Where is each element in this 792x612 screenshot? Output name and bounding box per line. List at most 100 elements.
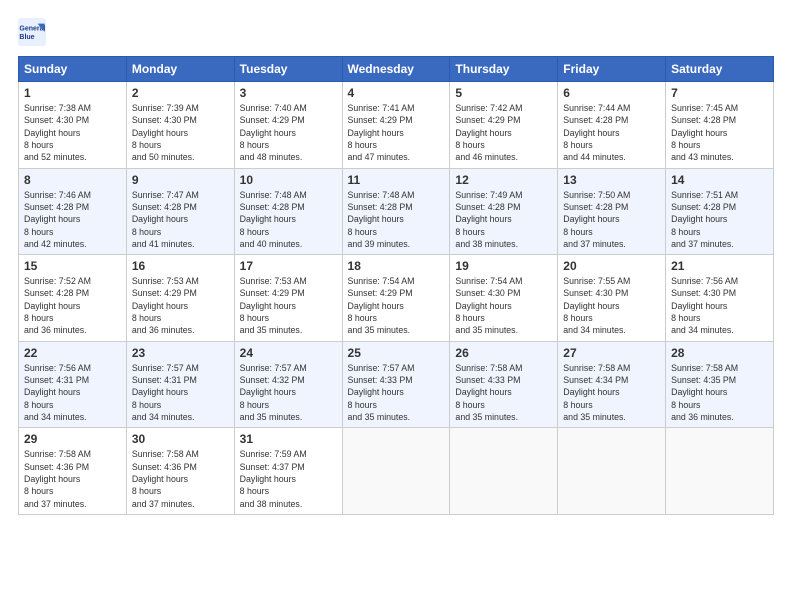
col-friday: Friday bbox=[558, 57, 666, 82]
day-number: 29 bbox=[24, 432, 121, 446]
day-number: 15 bbox=[24, 259, 121, 273]
day-info: Sunrise: 7:46 AM Sunset: 4:28 PM Dayligh… bbox=[24, 189, 121, 251]
col-thursday: Thursday bbox=[450, 57, 558, 82]
col-monday: Monday bbox=[126, 57, 234, 82]
day-number: 6 bbox=[563, 86, 660, 100]
calendar-day-cell: 2 Sunrise: 7:39 AM Sunset: 4:30 PM Dayli… bbox=[126, 82, 234, 169]
day-number: 1 bbox=[24, 86, 121, 100]
day-info: Sunrise: 7:45 AM Sunset: 4:28 PM Dayligh… bbox=[671, 102, 768, 164]
day-info: Sunrise: 7:58 AM Sunset: 4:35 PM Dayligh… bbox=[671, 362, 768, 424]
day-number: 16 bbox=[132, 259, 229, 273]
calendar-day-cell: 11 Sunrise: 7:48 AM Sunset: 4:28 PM Dayl… bbox=[342, 168, 450, 255]
calendar-day-cell bbox=[666, 428, 774, 515]
day-number: 12 bbox=[455, 173, 552, 187]
day-number: 27 bbox=[563, 346, 660, 360]
col-sunday: Sunday bbox=[19, 57, 127, 82]
calendar-day-cell: 20 Sunrise: 7:55 AM Sunset: 4:30 PM Dayl… bbox=[558, 255, 666, 342]
calendar-day-cell: 3 Sunrise: 7:40 AM Sunset: 4:29 PM Dayli… bbox=[234, 82, 342, 169]
calendar-day-cell: 19 Sunrise: 7:54 AM Sunset: 4:30 PM Dayl… bbox=[450, 255, 558, 342]
day-number: 25 bbox=[348, 346, 445, 360]
day-number: 22 bbox=[24, 346, 121, 360]
calendar-day-cell: 5 Sunrise: 7:42 AM Sunset: 4:29 PM Dayli… bbox=[450, 82, 558, 169]
svg-text:Blue: Blue bbox=[19, 34, 34, 41]
day-info: Sunrise: 7:58 AM Sunset: 4:33 PM Dayligh… bbox=[455, 362, 552, 424]
day-info: Sunrise: 7:48 AM Sunset: 4:28 PM Dayligh… bbox=[348, 189, 445, 251]
day-number: 30 bbox=[132, 432, 229, 446]
day-number: 8 bbox=[24, 173, 121, 187]
day-number: 14 bbox=[671, 173, 768, 187]
day-number: 23 bbox=[132, 346, 229, 360]
day-number: 26 bbox=[455, 346, 552, 360]
calendar-header-row: Sunday Monday Tuesday Wednesday Thursday… bbox=[19, 57, 774, 82]
day-number: 4 bbox=[348, 86, 445, 100]
day-info: Sunrise: 7:56 AM Sunset: 4:31 PM Dayligh… bbox=[24, 362, 121, 424]
calendar-day-cell: 16 Sunrise: 7:53 AM Sunset: 4:29 PM Dayl… bbox=[126, 255, 234, 342]
day-info: Sunrise: 7:58 AM Sunset: 4:34 PM Dayligh… bbox=[563, 362, 660, 424]
day-number: 19 bbox=[455, 259, 552, 273]
calendar-day-cell bbox=[450, 428, 558, 515]
page-header: General Blue bbox=[18, 18, 774, 46]
logo: General Blue bbox=[18, 18, 50, 46]
calendar-day-cell: 18 Sunrise: 7:54 AM Sunset: 4:29 PM Dayl… bbox=[342, 255, 450, 342]
calendar-day-cell: 30 Sunrise: 7:58 AM Sunset: 4:36 PM Dayl… bbox=[126, 428, 234, 515]
col-tuesday: Tuesday bbox=[234, 57, 342, 82]
day-info: Sunrise: 7:57 AM Sunset: 4:31 PM Dayligh… bbox=[132, 362, 229, 424]
day-info: Sunrise: 7:52 AM Sunset: 4:28 PM Dayligh… bbox=[24, 275, 121, 337]
day-info: Sunrise: 7:41 AM Sunset: 4:29 PM Dayligh… bbox=[348, 102, 445, 164]
day-number: 11 bbox=[348, 173, 445, 187]
day-info: Sunrise: 7:48 AM Sunset: 4:28 PM Dayligh… bbox=[240, 189, 337, 251]
page-container: General Blue Sunday Monday Tuesday Wedne… bbox=[0, 0, 792, 525]
day-info: Sunrise: 7:38 AM Sunset: 4:30 PM Dayligh… bbox=[24, 102, 121, 164]
calendar-day-cell: 26 Sunrise: 7:58 AM Sunset: 4:33 PM Dayl… bbox=[450, 341, 558, 428]
day-info: Sunrise: 7:57 AM Sunset: 4:33 PM Dayligh… bbox=[348, 362, 445, 424]
day-info: Sunrise: 7:49 AM Sunset: 4:28 PM Dayligh… bbox=[455, 189, 552, 251]
day-number: 7 bbox=[671, 86, 768, 100]
calendar-day-cell: 15 Sunrise: 7:52 AM Sunset: 4:28 PM Dayl… bbox=[19, 255, 127, 342]
day-info: Sunrise: 7:58 AM Sunset: 4:36 PM Dayligh… bbox=[132, 448, 229, 510]
calendar-day-cell: 4 Sunrise: 7:41 AM Sunset: 4:29 PM Dayli… bbox=[342, 82, 450, 169]
calendar-day-cell: 9 Sunrise: 7:47 AM Sunset: 4:28 PM Dayli… bbox=[126, 168, 234, 255]
calendar-day-cell: 24 Sunrise: 7:57 AM Sunset: 4:32 PM Dayl… bbox=[234, 341, 342, 428]
day-info: Sunrise: 7:53 AM Sunset: 4:29 PM Dayligh… bbox=[240, 275, 337, 337]
day-info: Sunrise: 7:40 AM Sunset: 4:29 PM Dayligh… bbox=[240, 102, 337, 164]
calendar-week-row: 29 Sunrise: 7:58 AM Sunset: 4:36 PM Dayl… bbox=[19, 428, 774, 515]
calendar-day-cell bbox=[558, 428, 666, 515]
calendar-day-cell: 17 Sunrise: 7:53 AM Sunset: 4:29 PM Dayl… bbox=[234, 255, 342, 342]
day-number: 5 bbox=[455, 86, 552, 100]
day-info: Sunrise: 7:59 AM Sunset: 4:37 PM Dayligh… bbox=[240, 448, 337, 510]
day-info: Sunrise: 7:50 AM Sunset: 4:28 PM Dayligh… bbox=[563, 189, 660, 251]
calendar-day-cell: 12 Sunrise: 7:49 AM Sunset: 4:28 PM Dayl… bbox=[450, 168, 558, 255]
day-number: 17 bbox=[240, 259, 337, 273]
day-info: Sunrise: 7:54 AM Sunset: 4:29 PM Dayligh… bbox=[348, 275, 445, 337]
calendar-day-cell: 13 Sunrise: 7:50 AM Sunset: 4:28 PM Dayl… bbox=[558, 168, 666, 255]
day-info: Sunrise: 7:53 AM Sunset: 4:29 PM Dayligh… bbox=[132, 275, 229, 337]
calendar-day-cell: 29 Sunrise: 7:58 AM Sunset: 4:36 PM Dayl… bbox=[19, 428, 127, 515]
col-saturday: Saturday bbox=[666, 57, 774, 82]
calendar-week-row: 22 Sunrise: 7:56 AM Sunset: 4:31 PM Dayl… bbox=[19, 341, 774, 428]
calendar-week-row: 1 Sunrise: 7:38 AM Sunset: 4:30 PM Dayli… bbox=[19, 82, 774, 169]
calendar-day-cell: 1 Sunrise: 7:38 AM Sunset: 4:30 PM Dayli… bbox=[19, 82, 127, 169]
day-number: 21 bbox=[671, 259, 768, 273]
day-number: 10 bbox=[240, 173, 337, 187]
day-info: Sunrise: 7:39 AM Sunset: 4:30 PM Dayligh… bbox=[132, 102, 229, 164]
day-info: Sunrise: 7:51 AM Sunset: 4:28 PM Dayligh… bbox=[671, 189, 768, 251]
calendar-day-cell: 14 Sunrise: 7:51 AM Sunset: 4:28 PM Dayl… bbox=[666, 168, 774, 255]
calendar-day-cell: 8 Sunrise: 7:46 AM Sunset: 4:28 PM Dayli… bbox=[19, 168, 127, 255]
calendar-week-row: 15 Sunrise: 7:52 AM Sunset: 4:28 PM Dayl… bbox=[19, 255, 774, 342]
calendar-week-row: 8 Sunrise: 7:46 AM Sunset: 4:28 PM Dayli… bbox=[19, 168, 774, 255]
calendar-day-cell: 27 Sunrise: 7:58 AM Sunset: 4:34 PM Dayl… bbox=[558, 341, 666, 428]
day-number: 24 bbox=[240, 346, 337, 360]
calendar-day-cell: 7 Sunrise: 7:45 AM Sunset: 4:28 PM Dayli… bbox=[666, 82, 774, 169]
col-wednesday: Wednesday bbox=[342, 57, 450, 82]
calendar-day-cell bbox=[342, 428, 450, 515]
calendar-table: Sunday Monday Tuesday Wednesday Thursday… bbox=[18, 56, 774, 515]
day-info: Sunrise: 7:55 AM Sunset: 4:30 PM Dayligh… bbox=[563, 275, 660, 337]
day-number: 9 bbox=[132, 173, 229, 187]
calendar-day-cell: 28 Sunrise: 7:58 AM Sunset: 4:35 PM Dayl… bbox=[666, 341, 774, 428]
day-info: Sunrise: 7:56 AM Sunset: 4:30 PM Dayligh… bbox=[671, 275, 768, 337]
calendar-day-cell: 23 Sunrise: 7:57 AM Sunset: 4:31 PM Dayl… bbox=[126, 341, 234, 428]
day-number: 20 bbox=[563, 259, 660, 273]
day-info: Sunrise: 7:57 AM Sunset: 4:32 PM Dayligh… bbox=[240, 362, 337, 424]
day-info: Sunrise: 7:44 AM Sunset: 4:28 PM Dayligh… bbox=[563, 102, 660, 164]
day-number: 13 bbox=[563, 173, 660, 187]
